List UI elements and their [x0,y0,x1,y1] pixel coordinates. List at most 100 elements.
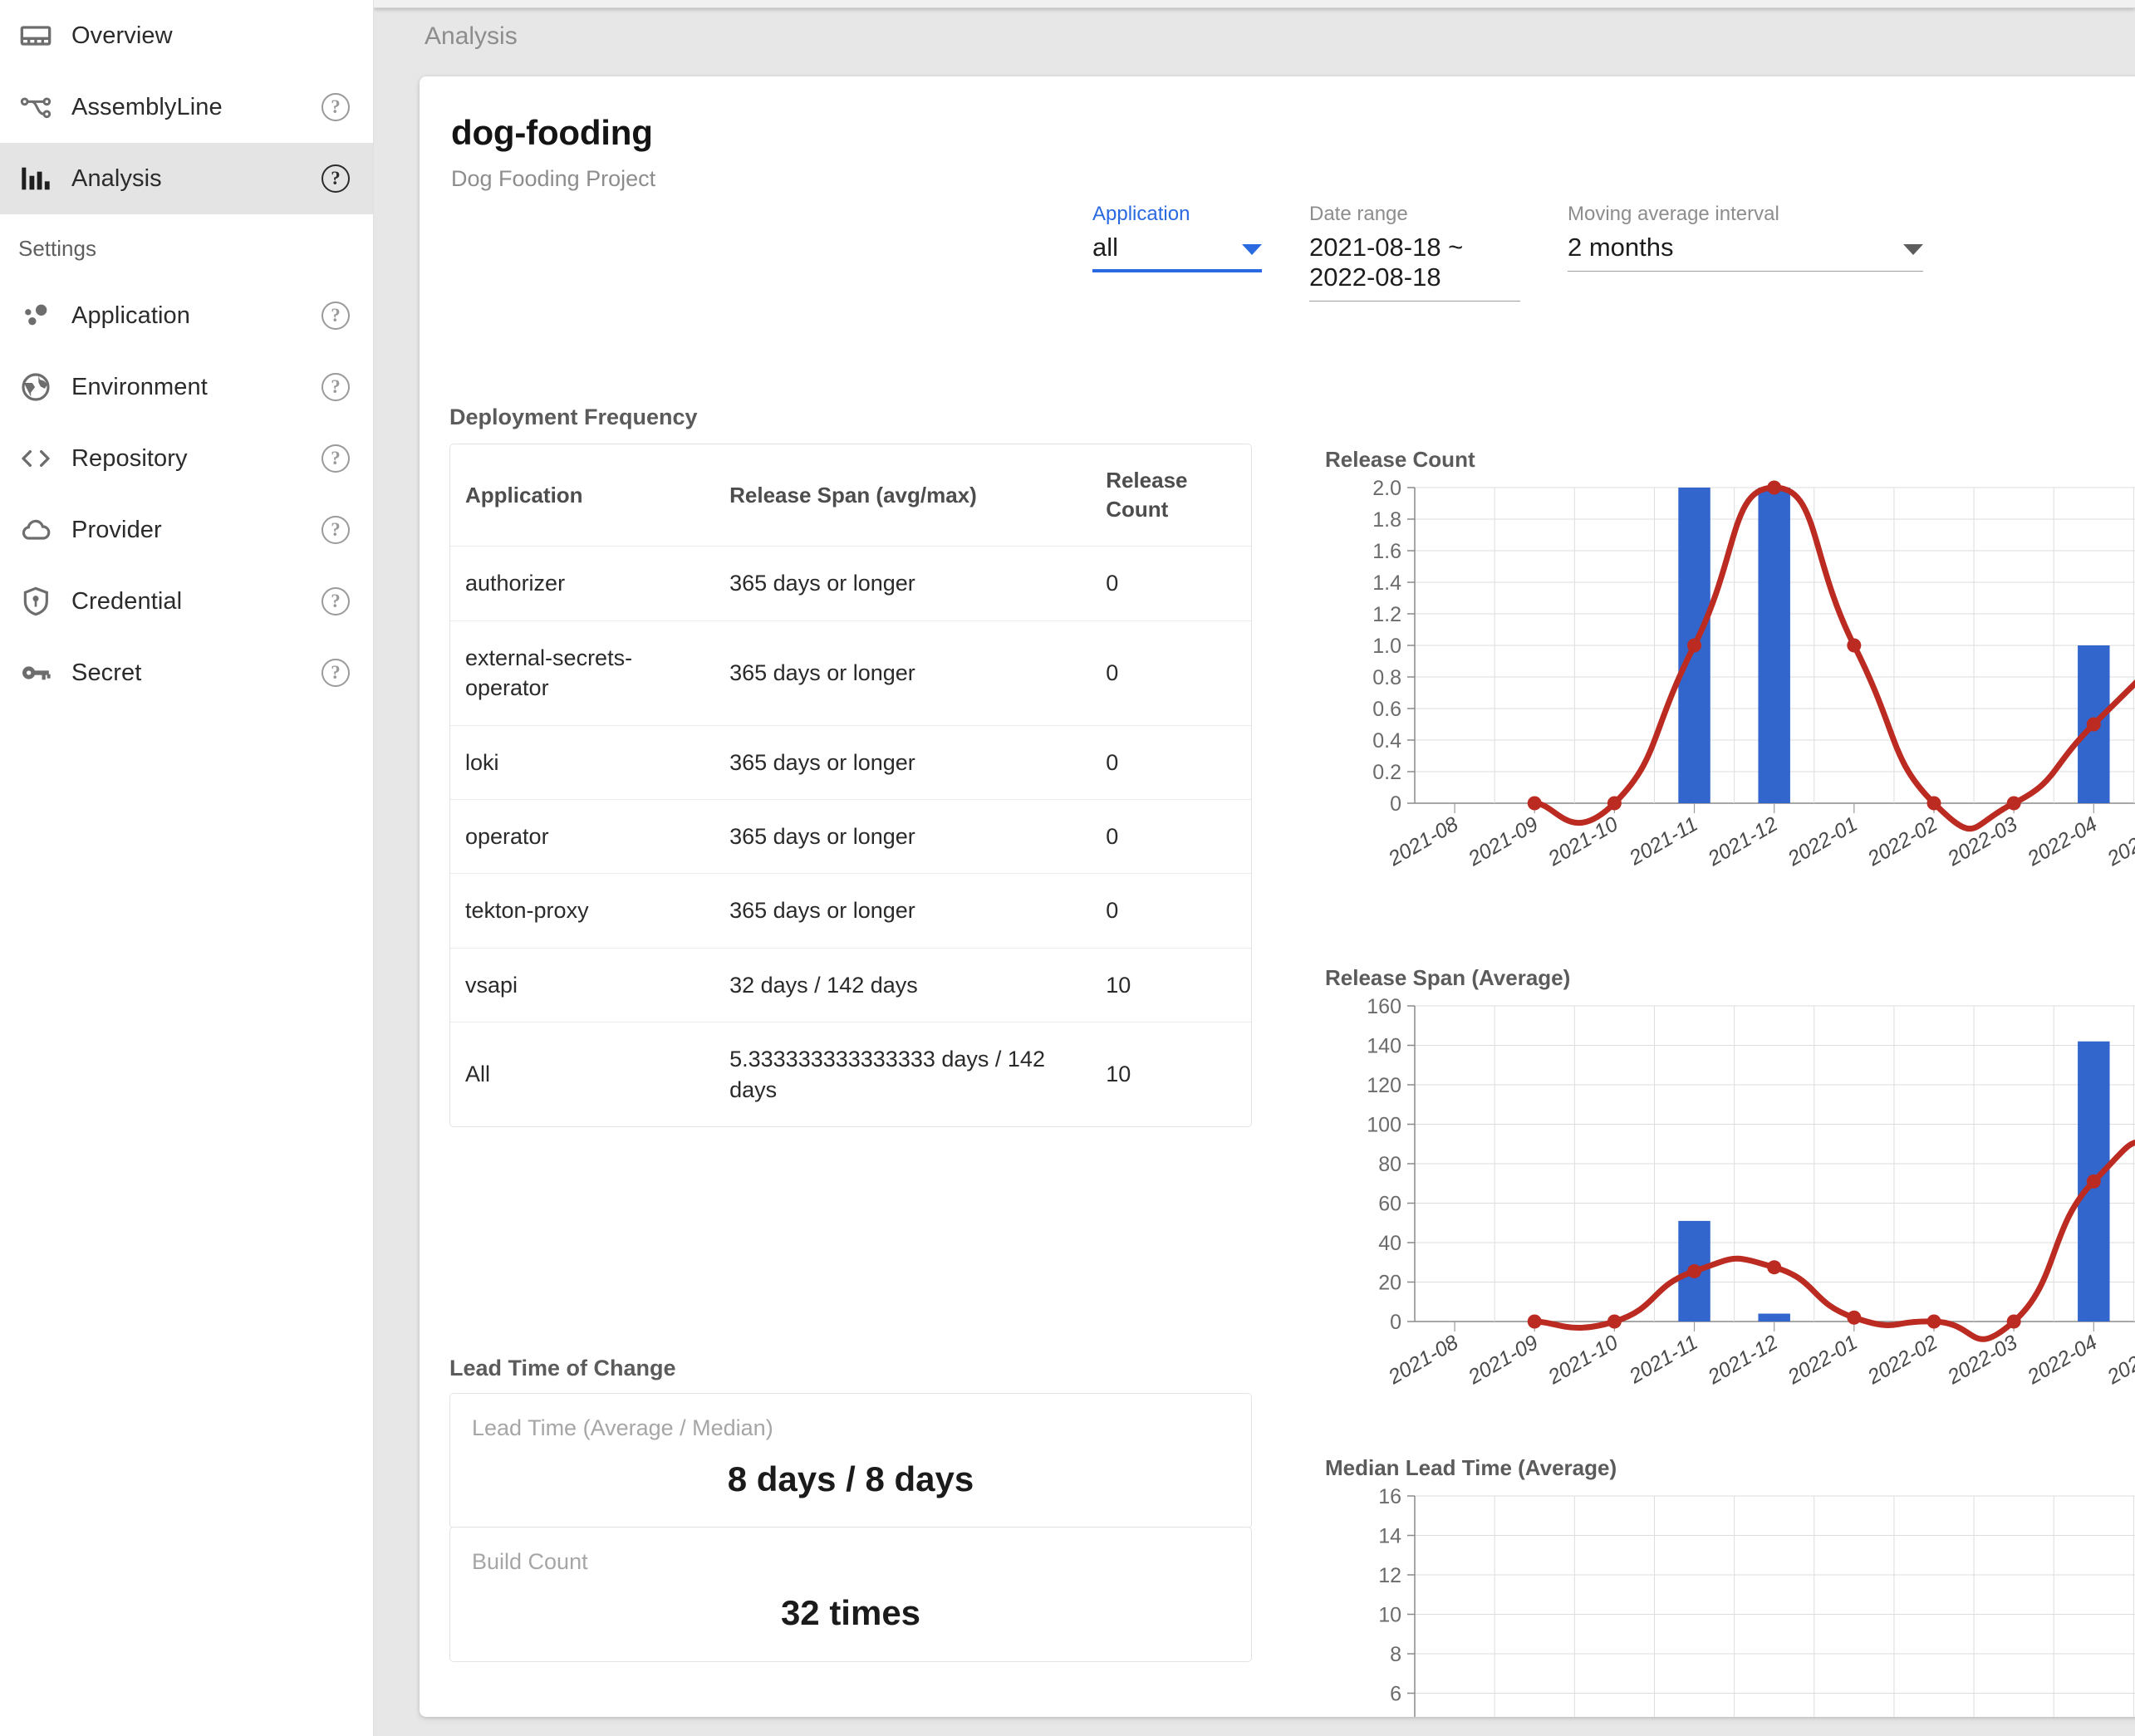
chart-line-point [1607,1314,1622,1329]
x-axis-tick-label: 2021-11 [1625,812,1702,870]
sidebar: Overview AssemblyLine ? Analysis ? Setti… [0,0,374,1736]
help-icon[interactable]: ? [321,164,350,193]
sidebar-section-label: Settings [18,236,96,261]
table-row: loki 365 days or longer 0 [450,725,1251,800]
cell-application: All [465,1062,491,1087]
x-axis-tick-label: 2022-01 [1784,812,1862,871]
y-axis-tick-label: 20 [1378,1272,1401,1295]
sidebar-item-environment[interactable]: Environment ? [0,351,373,423]
y-axis-tick-label: 6 [1390,1683,1401,1706]
chart-line-point [1687,1263,1702,1278]
table-row: authorizer 365 days or longer 0 [450,546,1251,621]
help-icon[interactable]: ? [321,587,350,615]
y-axis-tick-label: 12 [1378,1564,1401,1587]
sidebar-item-assemblyline[interactable]: AssemblyLine ? [0,71,373,143]
cell-release-span: 365 days or longer [714,799,1092,875]
sidebar-item-label: Environment [71,373,208,400]
x-axis-tick-label: 2021-08 [1384,812,1462,871]
cell-release-span: 365 days or longer [714,546,1092,621]
y-axis-tick-label: 1.2 [1372,603,1401,626]
cell-application: external-secrets-operator [450,620,715,726]
chart-line-point [1767,1260,1782,1275]
sidebar-item-label: Application [71,302,190,329]
pipeline-icon [0,91,71,124]
sidebar-item-credential[interactable]: Credential ? [0,566,373,637]
cell-release-count: 0 [1091,546,1251,621]
chart-line-point [1527,796,1542,811]
release-span-chart[interactable]: Release Span (Average) 0 20 40 60 80 100 120 14… [1325,965,2135,1446]
breadcrumb[interactable]: Analysis [374,8,2135,60]
cell-application: authorizer [450,546,715,621]
y-axis-tick-label: 8 [1390,1643,1401,1666]
sidebar-item-analysis[interactable]: Analysis ? [0,143,373,214]
globe-icon [0,370,71,404]
x-axis-tick-label: 2021-09 [1464,1331,1542,1390]
x-axis-tick-label: 2021-10 [1544,1331,1622,1390]
chevron-down-icon[interactable] [1903,244,1923,255]
sidebar-item-label: Secret [71,659,142,686]
application-filter[interactable]: Application all [1092,203,1282,302]
y-axis-tick-label: 14 [1378,1525,1401,1548]
sidebar-item-overview[interactable]: Overview [0,0,373,71]
lead-time-of-change-title: Lead Time of Change [449,1356,676,1380]
sidebar-item-secret[interactable]: Secret ? [0,637,373,709]
help-icon[interactable]: ? [321,373,350,401]
x-axis-tick-label: 2021-08 [1384,1331,1462,1390]
moving-average-filter-label: Moving average interval [1568,203,1779,225]
date-range-filter[interactable]: Date range 2021-08-18 ~ 2022-08-18 [1309,203,1540,302]
cell-release-span: 365 days or longer [714,725,1092,800]
y-axis-tick-label: 60 [1378,1193,1401,1216]
deployment-frequency-title: Deployment Frequency [449,405,698,429]
column-header-application: Application [450,444,715,547]
chart-canvas: 0204060801001201401602021-08 2021-09 2021-… [1367,998,2135,1390]
help-icon[interactable]: ? [321,302,350,330]
cell-release-count: 0 [1091,725,1251,800]
lead-time-card-value: 8 days / 8 days [727,1459,974,1498]
x-axis-tick-label: 2022-01 [1784,1331,1862,1390]
chevron-down-icon[interactable] [1242,244,1262,255]
y-axis-tick-label: 100 [1367,1114,1401,1137]
sidebar-item-label: AssemblyLine [71,93,223,120]
help-icon[interactable]: ? [321,659,350,687]
chart-line-point [2086,717,2101,732]
code-icon [0,442,71,475]
chart-line [1531,484,2135,832]
sidebar-item-application[interactable]: Application ? [0,280,373,351]
chart-canvas: 02468101214162021-082021-092021-102021-1… [1378,1488,2135,1718]
cell-release-count: 0 [1091,799,1251,875]
y-axis-tick-label: 120 [1367,1074,1401,1097]
cell-application: loki [450,725,715,800]
x-axis-tick-label: 2022-05 [2103,1331,2135,1390]
page-subtitle: Dog Fooding Project [451,166,656,191]
sidebar-item-provider[interactable]: Provider ? [0,494,373,566]
cell-application: operator [450,799,715,875]
apps-icon [0,299,71,332]
sidebar-item-label: Analysis [71,164,162,192]
cell-release-count: 10 [1091,948,1251,1023]
cell-release-count: 0 [1091,620,1251,726]
chart-bar [1758,488,1790,803]
cell-release-span: 365 days or longer [714,620,1092,726]
chart-line-point [1847,638,1862,653]
help-icon[interactable]: ? [321,93,350,121]
chart-title: Median Lead Time (Average) [1325,1455,1617,1480]
cell-release-span: 365 days or longer [714,873,1092,949]
sidebar-item-label: Credential [71,587,183,615]
help-icon[interactable]: ? [321,516,350,544]
moving-average-filter[interactable]: Moving average interval 2 months [1568,203,1943,302]
release-count-chart[interactable]: Release Count 0 0.2 0.4 0.6 0.8 1.0 1.2 1.4 1.6 1… [1325,447,2135,928]
median-lead-time-chart[interactable]: Median Lead Time (Average) 0246810121416… [1325,1455,2135,1717]
x-axis-tick-label: 2022-02 [1863,812,1941,871]
cloud-icon [0,513,71,547]
chart-title: Release Span (Average) [1325,965,1571,990]
cell-release-span: 32 days / 142 days [714,948,1092,1023]
chart-line-point [1926,1314,1941,1329]
chart-line-point [2086,1174,2101,1189]
help-icon[interactable]: ? [321,444,350,473]
table-row: external-secrets-operator 365 days or lon… [450,620,1251,726]
chart-line [1534,1536,2135,1718]
y-axis-tick-label: 2.0 [1372,479,1401,500]
sidebar-item-label: Repository [71,444,188,472]
y-axis-tick-label: 0.4 [1372,729,1401,753]
sidebar-item-repository[interactable]: Repository ? [0,423,373,494]
